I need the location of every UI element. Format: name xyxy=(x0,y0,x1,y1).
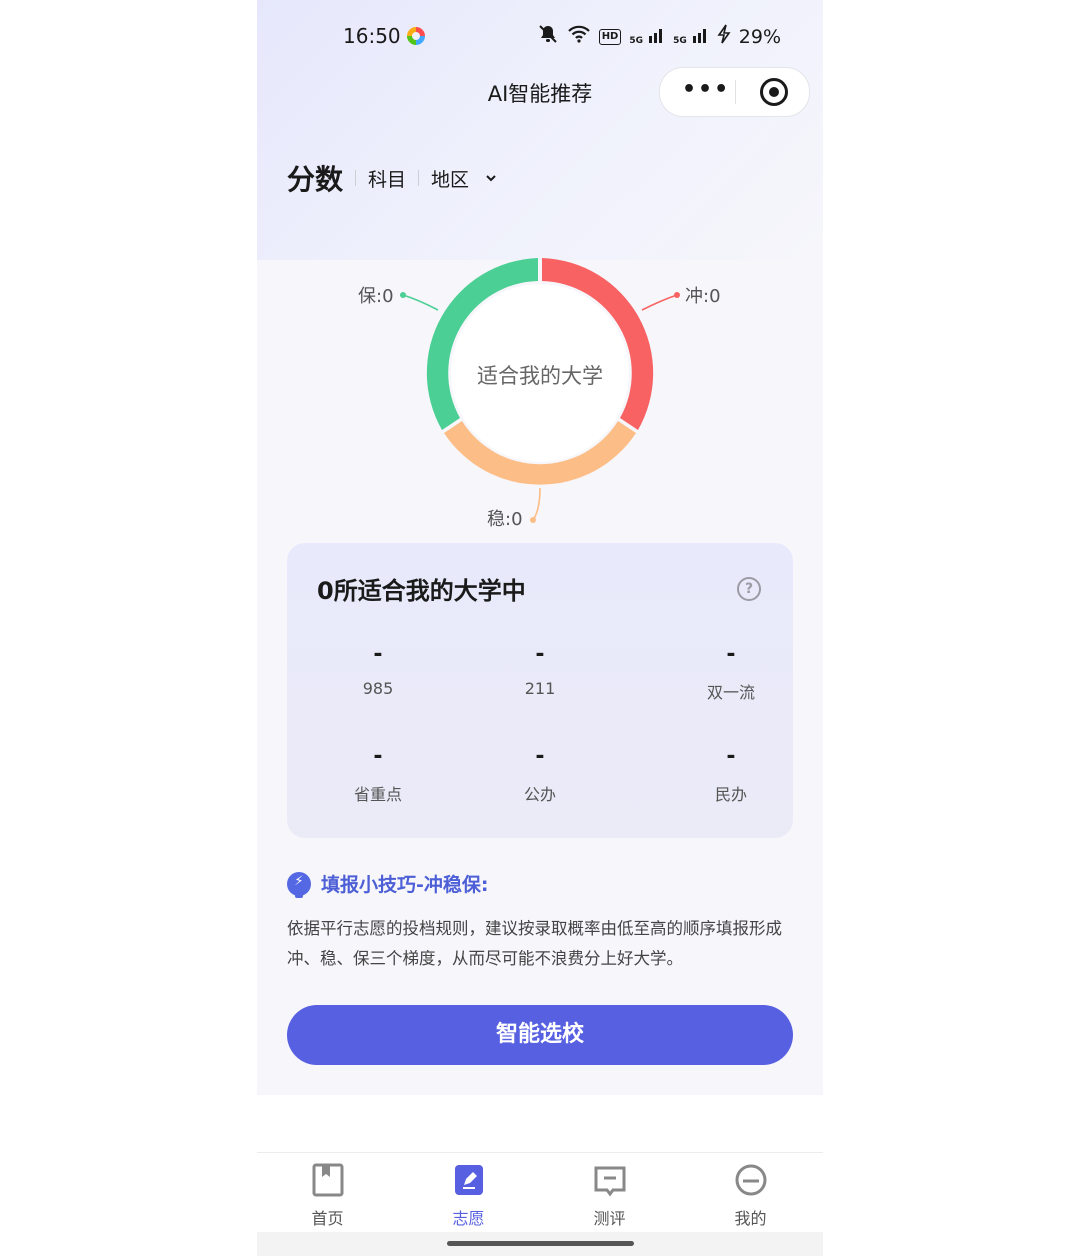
smart-select-button[interactable]: 智能选校 xyxy=(287,1005,793,1065)
filter-region[interactable]: 地区 xyxy=(431,165,469,192)
chevron-down-icon[interactable] xyxy=(485,171,497,186)
book-icon xyxy=(257,1163,398,1201)
wifi-icon xyxy=(567,24,591,49)
lightbulb-icon: ⚡ xyxy=(287,871,311,898)
tip-body: 依据平行志愿的投档规则，建议按录取概率由低至高的顺序填报形成冲、稳、保三个梯度，… xyxy=(287,919,782,968)
tip-title: 填报小技巧-冲稳保: xyxy=(321,874,489,896)
help-icon[interactable]: ? xyxy=(737,577,761,601)
capsule-divider xyxy=(735,80,736,104)
stat-985: - 985 xyxy=(294,641,462,698)
signal-label-2: 5G xyxy=(673,35,687,46)
stat-provincial-key: - 省重点 xyxy=(294,743,462,805)
stat-double-first-class: - 双一流 xyxy=(647,641,815,703)
label-chong: 冲:0 xyxy=(685,286,721,307)
app-notification-icon xyxy=(407,27,425,45)
filter-divider xyxy=(355,170,357,186)
signal-label: 5G xyxy=(629,35,644,46)
stat-label: 民办 xyxy=(714,785,747,804)
tab-profile[interactable]: 我的 xyxy=(680,1163,821,1229)
filter-score[interactable]: 分数 xyxy=(287,158,343,198)
leader-dot-bao xyxy=(400,292,406,298)
more-button[interactable]: ••• xyxy=(682,78,730,102)
filter-subject[interactable]: 科目 xyxy=(368,165,406,192)
leader-line-wen xyxy=(532,487,541,521)
tab-label: 志愿 xyxy=(452,1209,485,1228)
tab-home[interactable]: 首页 xyxy=(257,1163,398,1229)
home-indicator[interactable] xyxy=(447,1241,634,1246)
stat-value: - xyxy=(373,744,383,769)
stat-value: - xyxy=(726,744,736,769)
signal-icon-1: 5G xyxy=(629,26,665,48)
mini-program-capsule: ••• xyxy=(659,67,810,117)
donut-center-label: 适合我的大学 xyxy=(477,364,603,388)
stat-private: - 民办 xyxy=(647,743,815,805)
donut-chart: 适合我的大学 保:0 冲:0 稳:0 xyxy=(257,230,823,540)
close-target-button[interactable] xyxy=(760,78,788,106)
filter-divider xyxy=(418,170,420,186)
leader-line-bao xyxy=(402,294,439,311)
leader-dot-chong xyxy=(674,292,680,298)
filter-bar: 分数 科目 地区 xyxy=(287,158,497,198)
stat-value: - xyxy=(535,744,545,769)
tab-bar: 首页 志愿 测评 我的 xyxy=(257,1152,823,1233)
stat-label: 211 xyxy=(524,679,556,698)
charging-icon xyxy=(717,24,731,49)
hd-icon: HD xyxy=(598,28,622,45)
phone-screen: 16:50 HD 5G 5G 29% AI智能推荐 ••• 分数 科目 地区 适… xyxy=(257,0,823,1256)
status-bar: 16:50 HD 5G 5G 29% xyxy=(257,0,823,70)
mute-icon xyxy=(537,24,559,49)
assessment-icon xyxy=(539,1163,680,1201)
edit-icon xyxy=(398,1163,539,1201)
label-bao: 保:0 xyxy=(358,286,394,307)
battery-percent: 29% xyxy=(738,25,781,48)
stat-value: - xyxy=(726,642,736,667)
stat-value: - xyxy=(373,642,383,667)
tab-label: 我的 xyxy=(734,1209,767,1228)
stats-card-title: 0所适合我的大学中 xyxy=(317,577,526,605)
signal-icon-2: 5G xyxy=(673,26,709,48)
stat-label: 双一流 xyxy=(706,683,755,702)
tab-label: 测评 xyxy=(593,1209,626,1228)
profile-icon xyxy=(680,1163,821,1201)
leader-dot-wen xyxy=(530,517,536,523)
label-wen: 稳:0 xyxy=(487,509,523,530)
status-time: 16:50 xyxy=(343,24,401,48)
status-icons: HD 5G 5G 29% xyxy=(537,24,781,49)
stat-label: 公办 xyxy=(523,785,556,804)
leader-line-chong xyxy=(641,294,678,311)
stat-public: - 公办 xyxy=(456,743,624,805)
stats-card: 0所适合我的大学中 ? - 985 - 211 - 双一流 - 省重点 - 公办… xyxy=(287,543,793,838)
tip-header: ⚡ 填报小技巧-冲稳保: xyxy=(287,870,489,898)
stat-label: 省重点 xyxy=(353,785,402,804)
tab-wishes[interactable]: 志愿 xyxy=(398,1163,539,1229)
stat-label: 985 xyxy=(362,679,394,698)
tab-assessment[interactable]: 测评 xyxy=(539,1163,680,1229)
stat-value: - xyxy=(535,642,545,667)
tab-label: 首页 xyxy=(311,1209,344,1228)
stat-211: - 211 xyxy=(456,641,624,698)
